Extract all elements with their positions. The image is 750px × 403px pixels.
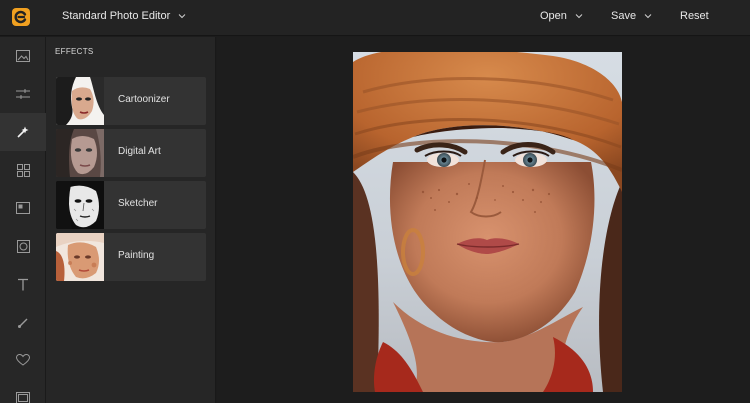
effect-cartoonizer[interactable]: Cartoonizer — [56, 77, 206, 125]
digital-art-thumbnail — [56, 129, 104, 177]
open-menu[interactable]: Open — [540, 10, 583, 22]
frame-icon — [16, 202, 30, 214]
effects-panel-title: EFFECTS — [55, 47, 94, 56]
painting-thumbnail — [56, 233, 104, 281]
effect-label: Digital Art — [118, 146, 161, 157]
open-label: Open — [540, 10, 567, 22]
app-logo-icon[interactable] — [12, 8, 30, 26]
cartoonizer-thumbnail — [56, 77, 104, 125]
rail-image-tool[interactable] — [0, 37, 46, 75]
effect-digital-art[interactable]: Digital Art — [56, 129, 206, 177]
brush-icon — [17, 318, 27, 328]
editor-mode-dropdown[interactable]: Standard Photo Editor — [62, 10, 186, 22]
effect-label: Cartoonizer — [118, 94, 170, 105]
grid-icon — [16, 163, 30, 177]
effect-label: Painting — [118, 250, 155, 261]
vignette-icon — [16, 239, 30, 253]
effect-painting[interactable]: Painting — [56, 233, 206, 281]
effects-panel: EFFECTS Cartoonizer Digital Art Sketcher… — [46, 37, 216, 403]
save-menu[interactable]: Save — [611, 10, 652, 22]
editor-mode-label: Standard Photo Editor — [62, 10, 171, 22]
chevron-down-icon — [575, 12, 583, 20]
effect-sketcher[interactable]: Sketcher — [56, 181, 206, 229]
chevron-down-icon — [178, 12, 186, 20]
sketcher-thumbnail — [56, 181, 104, 229]
magic-wand-icon — [17, 126, 29, 138]
text-icon — [18, 278, 28, 290]
image-icon — [16, 50, 30, 62]
edited-photo[interactable] — [353, 52, 622, 392]
rail-collage-tool[interactable] — [0, 151, 46, 189]
border-icon — [16, 392, 30, 403]
editor-canvas — [217, 37, 750, 403]
rail-adjust-tool[interactable] — [0, 75, 46, 113]
rail-effects-tool[interactable] — [0, 113, 46, 151]
tool-rail — [0, 37, 46, 403]
rail-stickers-tool[interactable] — [0, 341, 46, 379]
rail-border-tool[interactable] — [0, 379, 46, 403]
chevron-down-icon — [644, 12, 652, 20]
sliders-icon — [16, 89, 30, 99]
rail-text-tool[interactable] — [0, 265, 46, 303]
reset-label: Reset — [680, 10, 709, 22]
rail-vignette-tool[interactable] — [0, 227, 46, 265]
heart-icon — [16, 354, 30, 366]
effect-label: Sketcher — [118, 198, 158, 209]
rail-frame-tool[interactable] — [0, 189, 46, 227]
save-label: Save — [611, 10, 637, 22]
reset-button[interactable]: Reset — [680, 10, 709, 22]
rail-draw-tool[interactable] — [0, 303, 46, 341]
top-bar: Standard Photo Editor Open Save Reset — [0, 0, 750, 36]
